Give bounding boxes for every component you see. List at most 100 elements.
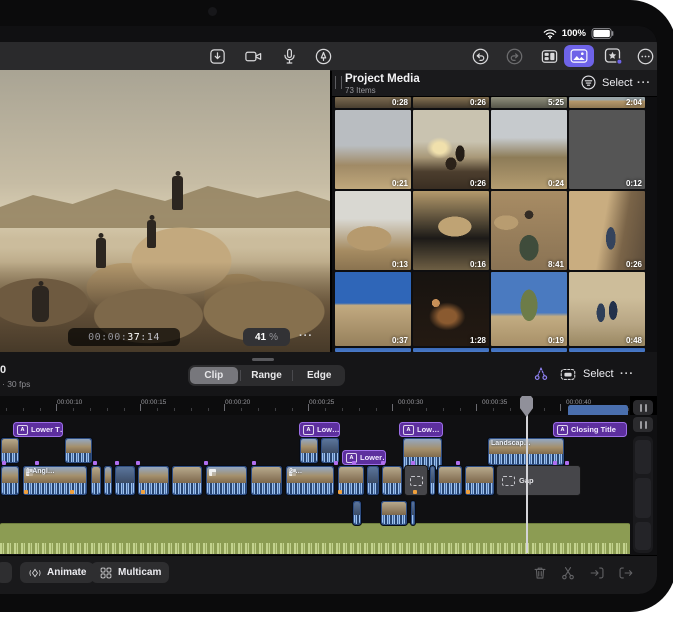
collapsed-tool-button[interactable] xyxy=(0,562,12,583)
annotate-icon[interactable] xyxy=(312,46,334,66)
insert-icon[interactable] xyxy=(588,564,606,582)
blade-icon[interactable] xyxy=(531,364,551,384)
overlay-icon[interactable] xyxy=(558,364,578,384)
timeline-clip[interactable] xyxy=(64,437,93,464)
edit-mode-segmented-control: Clip RangeEdge xyxy=(188,365,345,386)
project-title-fragment: 0 xyxy=(0,364,6,376)
media-thumbnail[interactable]: 0:13 xyxy=(335,191,411,270)
timeline-clip[interactable] xyxy=(299,437,319,464)
status-bar: 100% xyxy=(0,26,657,42)
viewer[interactable]: 00:00:37:14 41 % ··· xyxy=(0,70,330,352)
clip-waveform xyxy=(466,483,493,494)
media-thumbnail[interactable]: 0:24 xyxy=(491,110,567,189)
purple-marker xyxy=(456,461,460,465)
timeline-clip[interactable] xyxy=(114,465,136,496)
timeline-clip[interactable] xyxy=(0,437,20,464)
overwrite-icon[interactable] xyxy=(617,564,635,582)
media-select-button[interactable]: Select xyxy=(602,77,633,89)
more-icon[interactable] xyxy=(634,46,656,66)
clip-height-decrease-button[interactable] xyxy=(633,417,653,432)
title-clip[interactable]: ALow… xyxy=(299,422,340,437)
media-thumbnail[interactable]: 0:12 xyxy=(569,110,645,189)
clip-height-increase-button[interactable] xyxy=(633,400,653,415)
timeline-tracks: ALower T… ALow… ALow… AClosing Title ALower…… xyxy=(0,415,657,555)
media-thumbnail[interactable]: 0:48 xyxy=(569,272,645,346)
camera-icon[interactable] xyxy=(242,46,264,66)
timeline-clip[interactable] xyxy=(410,500,416,526)
scrollbar-segment[interactable] xyxy=(635,478,651,518)
media-thumbnail[interactable]: 0:26 xyxy=(413,110,489,189)
timeline-more-button[interactable]: ··· xyxy=(620,368,634,380)
ruler-label: 00:00:25 xyxy=(309,399,334,406)
music-track[interactable] xyxy=(0,523,630,554)
timeline-clip[interactable] xyxy=(352,500,362,526)
scrollbar-thumb[interactable] xyxy=(635,440,651,474)
media-thumbnail[interactable]: 0:26 xyxy=(413,97,489,108)
effects-icon[interactable] xyxy=(602,46,624,66)
clip-waveform xyxy=(66,453,91,462)
timeline-clip[interactable] xyxy=(320,437,340,464)
browser-icon[interactable] xyxy=(538,46,560,66)
undo-icon[interactable] xyxy=(469,46,491,66)
media-more-button[interactable]: ··· xyxy=(637,77,651,89)
media-thumbnail[interactable]: 0:21 xyxy=(335,110,411,189)
ruler-label: 00:00:20 xyxy=(225,399,250,406)
media-thumbnail[interactable]: 0:28 xyxy=(335,97,411,108)
purple-marker xyxy=(352,461,356,465)
timeline-clip[interactable] xyxy=(90,465,102,496)
clip-waveform xyxy=(383,483,401,494)
timeline-clip[interactable] xyxy=(250,465,283,496)
mode-segment-clip[interactable]: Clip xyxy=(190,367,238,384)
viewer-more-button[interactable]: ··· xyxy=(299,330,313,342)
trash-icon[interactable] xyxy=(531,564,549,582)
timeline-clip[interactable] xyxy=(103,465,113,496)
media-browser-icon[interactable] xyxy=(564,45,594,67)
timeline-clip[interactable] xyxy=(0,465,20,496)
ruler-label: 00:00:30 xyxy=(398,399,423,406)
timeline-clip[interactable] xyxy=(171,465,203,496)
timecode-display[interactable]: 00:00:37:14 xyxy=(68,328,180,346)
mode-segment-edge[interactable]: Edge xyxy=(295,367,343,384)
timeline-clip[interactable] xyxy=(437,465,463,496)
gap-clip[interactable]: Gap xyxy=(496,465,581,496)
media-thumbnail[interactable]: 0:19 xyxy=(491,272,567,346)
title-clip[interactable]: AClosing Title xyxy=(553,422,627,437)
mic-icon[interactable] xyxy=(278,46,300,66)
scrollbar-segment[interactable] xyxy=(635,522,651,550)
clip-thumbnail xyxy=(404,439,441,457)
filter-icon[interactable] xyxy=(580,74,597,96)
panel-resize-handle[interactable] xyxy=(335,76,342,89)
media-thumbnail[interactable]: 5:25 xyxy=(491,97,567,108)
media-thumbnail[interactable]: 8:41 xyxy=(491,191,567,270)
media-thumbnail[interactable]: 0:16 xyxy=(413,191,489,270)
redo-icon[interactable] xyxy=(503,46,525,66)
timeline-clip[interactable]: 2-… xyxy=(285,465,335,496)
media-thumbnail[interactable]: 1:28 xyxy=(413,272,489,346)
title-clip[interactable]: ALow… xyxy=(399,422,443,437)
timeline-clip[interactable] xyxy=(381,465,403,496)
multicam-button[interactable]: Multicam xyxy=(91,562,169,583)
blade-tool-icon[interactable] xyxy=(559,564,577,582)
timeline-clip[interactable] xyxy=(205,465,248,496)
timeline-clip[interactable]: 1-Angl… xyxy=(22,465,88,496)
clip-thumbnail xyxy=(2,439,18,453)
mode-segment-range[interactable]: Range xyxy=(243,367,291,384)
media-thumbnail[interactable]: 0:26 xyxy=(569,191,645,270)
animate-button[interactable]: Animate xyxy=(20,562,94,583)
purple-marker xyxy=(2,461,6,465)
timeline-drag-handle[interactable] xyxy=(252,358,274,361)
timeline-clip[interactable] xyxy=(429,465,436,496)
duration-badge: 0:21 xyxy=(392,179,408,188)
purple-marker xyxy=(115,461,119,465)
timeline-ruler[interactable]: 00:00:0500:00:1000:00:1500:00:2000:00:25… xyxy=(0,396,630,415)
media-thumbnail[interactable]: 2:04 xyxy=(569,97,645,108)
import-icon[interactable] xyxy=(206,46,228,66)
title-clip[interactable]: ALower… xyxy=(342,450,386,465)
zoom-level-button[interactable]: 41 % xyxy=(243,328,290,346)
title-clip[interactable]: ALower T… xyxy=(13,422,63,437)
person-standing-on-boulder xyxy=(172,176,183,210)
timeline-select-button[interactable]: Select xyxy=(583,368,614,380)
media-thumbnail[interactable]: 0:37 xyxy=(335,272,411,346)
timeline-clip[interactable] xyxy=(366,465,380,496)
timeline-clip[interactable] xyxy=(380,500,408,526)
